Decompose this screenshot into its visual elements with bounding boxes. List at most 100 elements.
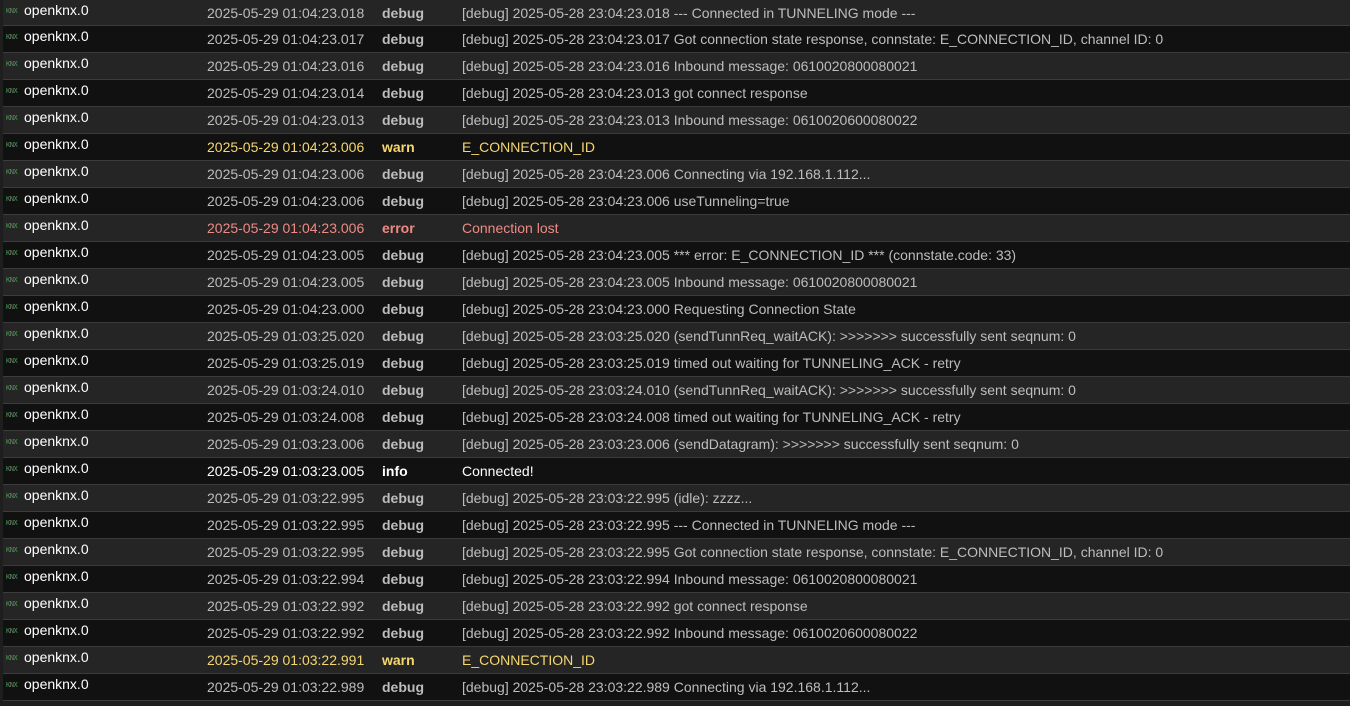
log-row[interactable]: KNX openknx.0 2025-05-29 01:04:23.006 error…: [3, 215, 1350, 242]
log-level: debug: [382, 58, 424, 74]
log-source: openknx.0: [24, 487, 89, 503]
log-row[interactable]: KNX openknx.0 2025-05-29 01:04:23.006 debug…: [3, 188, 1350, 215]
knx-icon: KNX: [6, 681, 18, 689]
log-source: openknx.0: [24, 676, 89, 692]
log-row[interactable]: KNX openknx.0 2025-05-29 01:04:23.000 debug…: [3, 296, 1350, 323]
log-source: openknx.0: [24, 514, 89, 530]
log-level: debug: [382, 490, 424, 506]
log-level: debug: [382, 382, 424, 398]
log-level: debug: [382, 679, 424, 695]
log-message: [debug] 2025-05-28 23:04:23.013 Inbound …: [462, 112, 918, 128]
knx-icon: KNX: [6, 276, 18, 284]
log-source: openknx.0: [24, 271, 89, 287]
log-level: debug: [382, 112, 424, 128]
log-row[interactable]: KNX openknx.0 2025-05-29 01:03:22.995 debug…: [3, 485, 1350, 512]
log-row[interactable]: KNX openknx.0 2025-05-29 01:03:24.008 debug…: [3, 404, 1350, 431]
log-level: debug: [382, 571, 424, 587]
log-timestamp: 2025-05-29 01:03:22.995: [207, 490, 365, 506]
knx-icon: KNX: [6, 60, 18, 68]
log-message: Connection lost: [462, 220, 559, 236]
log-message: [debug] 2025-05-28 23:03:23.006 (sendDat…: [462, 436, 1019, 452]
log-message: [debug] 2025-05-28 23:04:23.016 Inbound …: [462, 58, 918, 74]
knx-icon: KNX: [6, 87, 18, 95]
log-message: [debug] 2025-05-28 23:03:22.995 --- Conn…: [462, 517, 916, 533]
log-row[interactable]: KNX openknx.0 2025-05-29 01:04:23.016 debug…: [3, 53, 1350, 80]
knx-icon: KNX: [6, 7, 18, 15]
log-level: warn: [382, 652, 415, 668]
log-source: openknx.0: [24, 406, 89, 422]
log-row[interactable]: KNX openknx.0 2025-05-29 01:03:22.992 debug…: [3, 620, 1350, 647]
log-message: [debug] 2025-05-28 23:03:24.010 (sendTun…: [462, 382, 1076, 398]
log-row[interactable]: KNX openknx.0 2025-05-29 01:04:23.006 warn E…: [3, 134, 1350, 161]
log-row[interactable]: KNX openknx.0 2025-05-29 01:04:23.013 debug…: [3, 107, 1350, 134]
log-level: debug: [382, 166, 424, 182]
log-source: openknx.0: [24, 622, 89, 638]
log-level: debug: [382, 355, 424, 371]
log-timestamp: 2025-05-29 01:04:23.000: [207, 301, 365, 317]
log-row[interactable]: KNX openknx.0 2025-05-29 01:03:22.989 debug…: [3, 674, 1350, 701]
log-row[interactable]: KNX openknx.0 2025-05-29 01:04:23.005 debug…: [3, 242, 1350, 269]
log-table: KNX openknx.0 2025-05-29 01:04:23.018 debug…: [3, 0, 1350, 701]
log-timestamp: 2025-05-29 01:03:25.019: [207, 355, 365, 371]
log-row[interactable]: KNX openknx.0 2025-05-29 01:04:23.005 debug…: [3, 269, 1350, 296]
log-timestamp: 2025-05-29 01:03:22.995: [207, 544, 365, 560]
log-row[interactable]: KNX openknx.0 2025-05-29 01:03:22.991 warn E…: [3, 647, 1350, 674]
log-row[interactable]: KNX openknx.0 2025-05-29 01:03:22.995 debug…: [3, 539, 1350, 566]
log-level: debug: [382, 193, 424, 209]
log-row[interactable]: KNX openknx.0 2025-05-29 01:04:23.014 debug…: [3, 80, 1350, 107]
log-row[interactable]: KNX openknx.0 2025-05-29 01:03:23.005 info C…: [3, 458, 1350, 485]
knx-icon: KNX: [6, 411, 18, 419]
log-source: openknx.0: [24, 244, 89, 260]
log-level: error: [382, 220, 415, 236]
log-row[interactable]: KNX openknx.0 2025-05-29 01:03:22.992 debug…: [3, 593, 1350, 620]
knx-icon: KNX: [6, 114, 18, 122]
log-source: openknx.0: [24, 109, 89, 125]
log-row[interactable]: KNX openknx.0 2025-05-29 01:03:24.010 debug…: [3, 377, 1350, 404]
log-level: debug: [382, 301, 424, 317]
knx-icon: KNX: [6, 168, 18, 176]
log-level: debug: [382, 544, 424, 560]
log-row[interactable]: KNX openknx.0 2025-05-29 01:03:25.019 debug…: [3, 350, 1350, 377]
log-row[interactable]: KNX openknx.0 2025-05-29 01:04:23.018 debug…: [3, 0, 1350, 26]
log-level: debug: [382, 409, 424, 425]
log-message: [debug] 2025-05-28 23:04:23.006 Connecti…: [462, 166, 871, 182]
log-message: [debug] 2025-05-28 23:04:23.005 *** erro…: [462, 247, 1017, 263]
log-message: [debug] 2025-05-28 23:04:23.013 got conn…: [462, 85, 808, 101]
log-row[interactable]: KNX openknx.0 2025-05-29 01:04:23.017 debug…: [3, 26, 1350, 53]
log-message: [debug] 2025-05-28 23:04:23.005 Inbound …: [462, 274, 918, 290]
log-level: debug: [382, 274, 424, 290]
knx-icon: KNX: [6, 195, 18, 203]
log-row[interactable]: KNX openknx.0 2025-05-29 01:04:23.006 debug…: [3, 161, 1350, 188]
log-timestamp: 2025-05-29 01:04:23.005: [207, 247, 365, 263]
log-level: debug: [382, 5, 424, 21]
log-row[interactable]: KNX openknx.0 2025-05-29 01:03:22.994 debug…: [3, 566, 1350, 593]
log-message: [debug] 2025-05-28 23:03:22.995 Got conn…: [462, 544, 1164, 560]
log-message: E_CONNECTION_ID: [462, 139, 596, 155]
log-level: debug: [382, 85, 424, 101]
log-message: [debug] 2025-05-28 23:03:22.992 got conn…: [462, 598, 808, 614]
log-timestamp: 2025-05-29 01:03:25.020: [207, 328, 365, 344]
log-source: openknx.0: [24, 298, 89, 314]
log-timestamp: 2025-05-29 01:04:23.006: [207, 193, 365, 209]
log-row[interactable]: KNX openknx.0 2025-05-29 01:03:22.995 debug…: [3, 512, 1350, 539]
log-source: openknx.0: [24, 163, 89, 179]
log-message: [debug] 2025-05-28 23:03:25.019 timed ou…: [462, 355, 961, 371]
log-source: openknx.0: [24, 649, 89, 665]
log-level: debug: [382, 247, 424, 263]
log-level: debug: [382, 598, 424, 614]
knx-icon: KNX: [6, 141, 18, 149]
log-message: [debug] 2025-05-28 23:03:22.994 Inbound …: [462, 571, 918, 587]
log-timestamp: 2025-05-29 01:04:23.018: [207, 5, 365, 21]
log-message: Connected!: [462, 463, 534, 479]
log-row[interactable]: KNX openknx.0 2025-05-29 01:03:25.020 debug…: [3, 323, 1350, 350]
knx-icon: KNX: [6, 654, 18, 662]
log-row[interactable]: KNX openknx.0 2025-05-29 01:03:23.006 debug…: [3, 431, 1350, 458]
log-message: [debug] 2025-05-28 23:03:22.989 Connecti…: [462, 679, 871, 695]
log-source: openknx.0: [24, 82, 89, 98]
log-message: [debug] 2025-05-28 23:03:22.995 (idle): …: [462, 490, 753, 506]
log-message: [debug] 2025-05-28 23:04:23.006 useTunne…: [462, 193, 790, 209]
log-source: openknx.0: [24, 28, 89, 44]
log-source: openknx.0: [24, 352, 89, 368]
log-message: [debug] 2025-05-28 23:04:23.017 Got conn…: [462, 31, 1164, 47]
log-level: debug: [382, 517, 424, 533]
